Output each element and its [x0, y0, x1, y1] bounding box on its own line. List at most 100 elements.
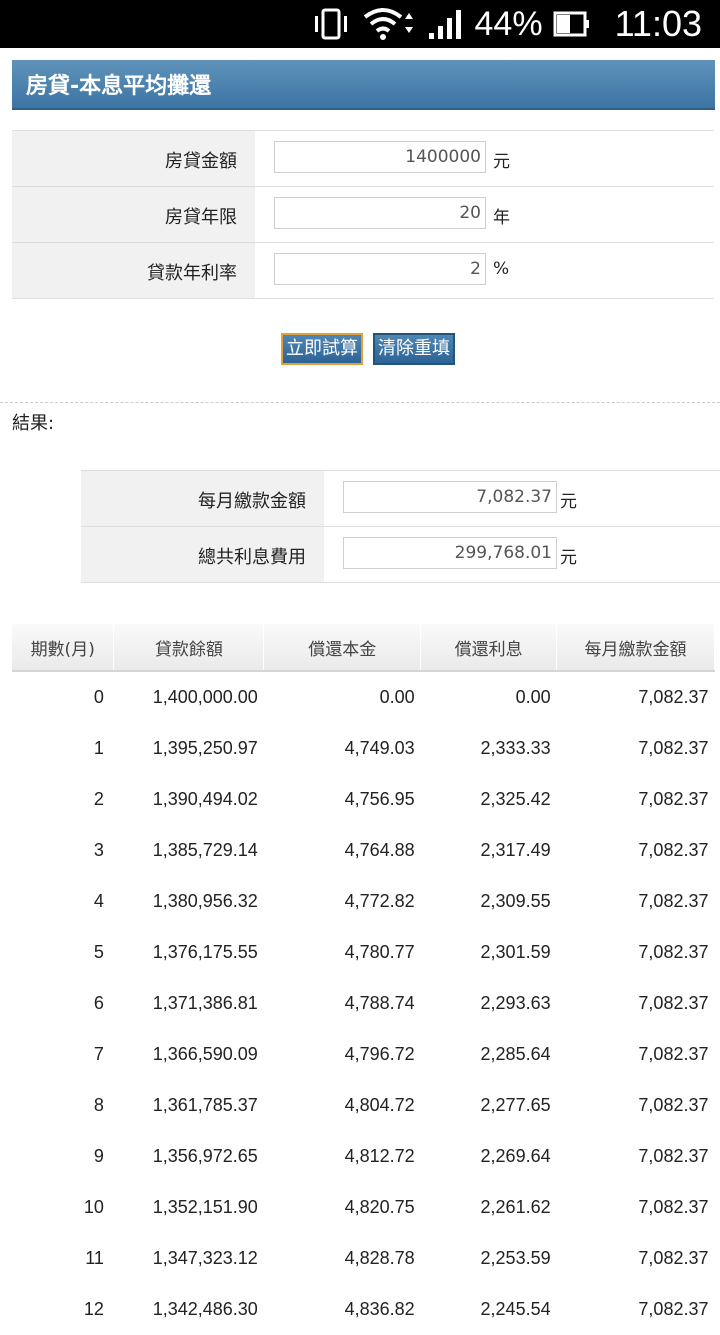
- table-cell: 6: [93, 993, 104, 1013]
- form-row-amount: 房貸金額 元: [12, 130, 714, 186]
- table-row: 8 1,361,785.37 4,804.72 2,277.65 7,082.37: [12, 1080, 715, 1131]
- wifi-icon: [361, 7, 417, 41]
- years-label: 房貸年限: [165, 207, 237, 228]
- table-cell: 7: [93, 1044, 104, 1064]
- table-cell: 7,082.37: [638, 738, 709, 758]
- table-cell: 2,261.62: [480, 1197, 551, 1217]
- rate-input[interactable]: [274, 253, 486, 285]
- table-cell: 7,082.37: [638, 687, 709, 707]
- rate-unit: %: [493, 259, 510, 279]
- table-cell: 0: [93, 687, 104, 707]
- monthly-payment-unit: 元: [560, 492, 577, 512]
- table-cell: 4,749.03: [344, 738, 415, 758]
- column-header-interest: 償還利息: [420, 624, 558, 672]
- table-cell: 4,804.72: [344, 1095, 415, 1115]
- table-cell: 1,385,729.14: [152, 840, 258, 860]
- table-cell: 1,347,323.12: [152, 1248, 258, 1268]
- table-row: 12 1,342,486.30 4,836.82 2,245.54 7,082.37: [12, 1284, 715, 1335]
- table-cell: 7,082.37: [638, 1146, 709, 1166]
- table-cell: 0.00: [379, 687, 415, 707]
- reset-button[interactable]: 清除重填: [373, 333, 455, 365]
- table-cell: 1,342,486.30: [152, 1299, 258, 1319]
- table-cell: 2,269.64: [480, 1146, 551, 1166]
- table-cell: 2,253.59: [480, 1248, 551, 1268]
- status-bar: 44% 11:03: [0, 0, 720, 48]
- table-cell: 7,082.37: [638, 942, 709, 962]
- battery-percent: 44%: [474, 4, 543, 43]
- form-buttons: 立即試算 清除重填: [281, 333, 455, 365]
- table-row: 1 1,395,250.97 4,749.03 2,333.33 7,082.37: [12, 723, 715, 774]
- table-cell: 8: [93, 1095, 104, 1115]
- table-cell: 7,082.37: [638, 891, 709, 911]
- table-cell: 7,082.37: [638, 1299, 709, 1319]
- table-cell: 2,277.65: [480, 1095, 551, 1115]
- table-cell: 4,836.82: [344, 1299, 415, 1319]
- table-cell: 4,780.77: [344, 942, 415, 962]
- table-cell: 7,082.37: [638, 1197, 709, 1217]
- table-cell: 4,820.75: [344, 1197, 415, 1217]
- table-cell: 2,301.59: [480, 942, 551, 962]
- monthly-payment-label: 每月繳款金額: [198, 491, 306, 512]
- table-cell: 4,788.74: [344, 993, 415, 1013]
- table-cell: 2,285.64: [480, 1044, 551, 1064]
- table-cell: 1,395,250.97: [152, 738, 258, 758]
- table-cell: 1,356,972.65: [152, 1146, 258, 1166]
- years-input[interactable]: [274, 197, 486, 229]
- table-cell: 1,400,000.00: [152, 687, 258, 707]
- title-bar: 房貸-本息平均攤還: [12, 60, 715, 110]
- table-cell: 1,376,175.55: [152, 942, 258, 962]
- rate-label: 貸款年利率: [147, 263, 237, 284]
- amortization-table: 期數(月) 貸款餘額 償還本金 償還利息 每月繳款金額 0 1,400,000.0…: [12, 624, 715, 1335]
- table-cell: 1,361,785.37: [152, 1095, 258, 1115]
- table-row: 10 1,352,151.90 4,820.75 2,261.62 7,082.37: [12, 1182, 715, 1233]
- table-row: 3 1,385,729.14 4,764.88 2,317.49 7,082.37: [12, 825, 715, 876]
- table-cell: 2,325.42: [480, 789, 551, 809]
- table-row: 11 1,347,323.12 4,828.78 2,253.59 7,082.37: [12, 1233, 715, 1284]
- table-cell: 4,812.72: [344, 1146, 415, 1166]
- table-cell: 2,317.49: [480, 840, 551, 860]
- total-interest-label: 總共利息費用: [198, 547, 306, 568]
- total-interest-field[interactable]: [343, 537, 557, 569]
- result-heading: 結果:: [12, 413, 55, 434]
- table-row: 0 1,400,000.00 0.00 0.00 7,082.37: [12, 671, 715, 723]
- table-cell: 9: [93, 1146, 104, 1166]
- divider: [0, 402, 720, 403]
- table-cell: 2,333.33: [480, 738, 551, 758]
- column-header-principal: 償還本金: [263, 624, 422, 672]
- table-cell: 4,764.88: [344, 840, 415, 860]
- column-header-balance: 貸款餘額: [113, 624, 265, 672]
- table-cell: 7,082.37: [638, 1044, 709, 1064]
- page-title: 房貸-本息平均攤還: [26, 74, 212, 99]
- table-cell: 4,756.95: [344, 789, 415, 809]
- table-body: 0 1,400,000.00 0.00 0.00 7,082.37 1 1,395,250.…: [12, 671, 715, 1335]
- table-cell: 7,082.37: [638, 1095, 709, 1115]
- amount-input[interactable]: [274, 141, 486, 173]
- column-header-payment: 每月繳款金額: [556, 624, 715, 672]
- form-row-years: 房貸年限 年: [12, 186, 714, 242]
- table-cell: 10: [83, 1197, 104, 1217]
- table-header-row: 期數(月) 貸款餘額 償還本金 償還利息 每月繳款金額: [12, 624, 715, 672]
- monthly-payment-field[interactable]: [343, 481, 557, 513]
- table-row: 2 1,390,494.02 4,756.95 2,325.42 7,082.37: [12, 774, 715, 825]
- column-header-period: 期數(月): [12, 624, 115, 672]
- table-cell: 7,082.37: [638, 1248, 709, 1268]
- calculate-button[interactable]: 立即試算: [281, 333, 363, 365]
- table-cell: 1,366,590.09: [152, 1044, 258, 1064]
- table-cell: 4,772.82: [344, 891, 415, 911]
- table-cell: 7,082.37: [638, 840, 709, 860]
- years-unit: 年: [493, 208, 510, 228]
- table-cell: 1,371,386.81: [152, 993, 258, 1013]
- table-cell: 3: [93, 840, 104, 860]
- form-row-rate: 貸款年利率 %: [12, 242, 714, 299]
- clock: 11:03: [614, 3, 702, 44]
- table-row: 5 1,376,175.55 4,780.77 2,301.59 7,082.37: [12, 927, 715, 978]
- table-row: 9 1,356,972.65 4,812.72 2,269.64 7,082.37: [12, 1131, 715, 1182]
- table-cell: 4,828.78: [344, 1248, 415, 1268]
- result-row-interest: 總共利息費用 元: [81, 526, 720, 583]
- table-cell: 2: [93, 789, 104, 809]
- table-cell: 4,796.72: [344, 1044, 415, 1064]
- signal-icon: [427, 7, 465, 41]
- table-row: 6 1,371,386.81 4,788.74 2,293.63 7,082.37: [12, 978, 715, 1029]
- amount-label: 房貸金額: [165, 151, 237, 172]
- table-cell: 11: [85, 1248, 104, 1268]
